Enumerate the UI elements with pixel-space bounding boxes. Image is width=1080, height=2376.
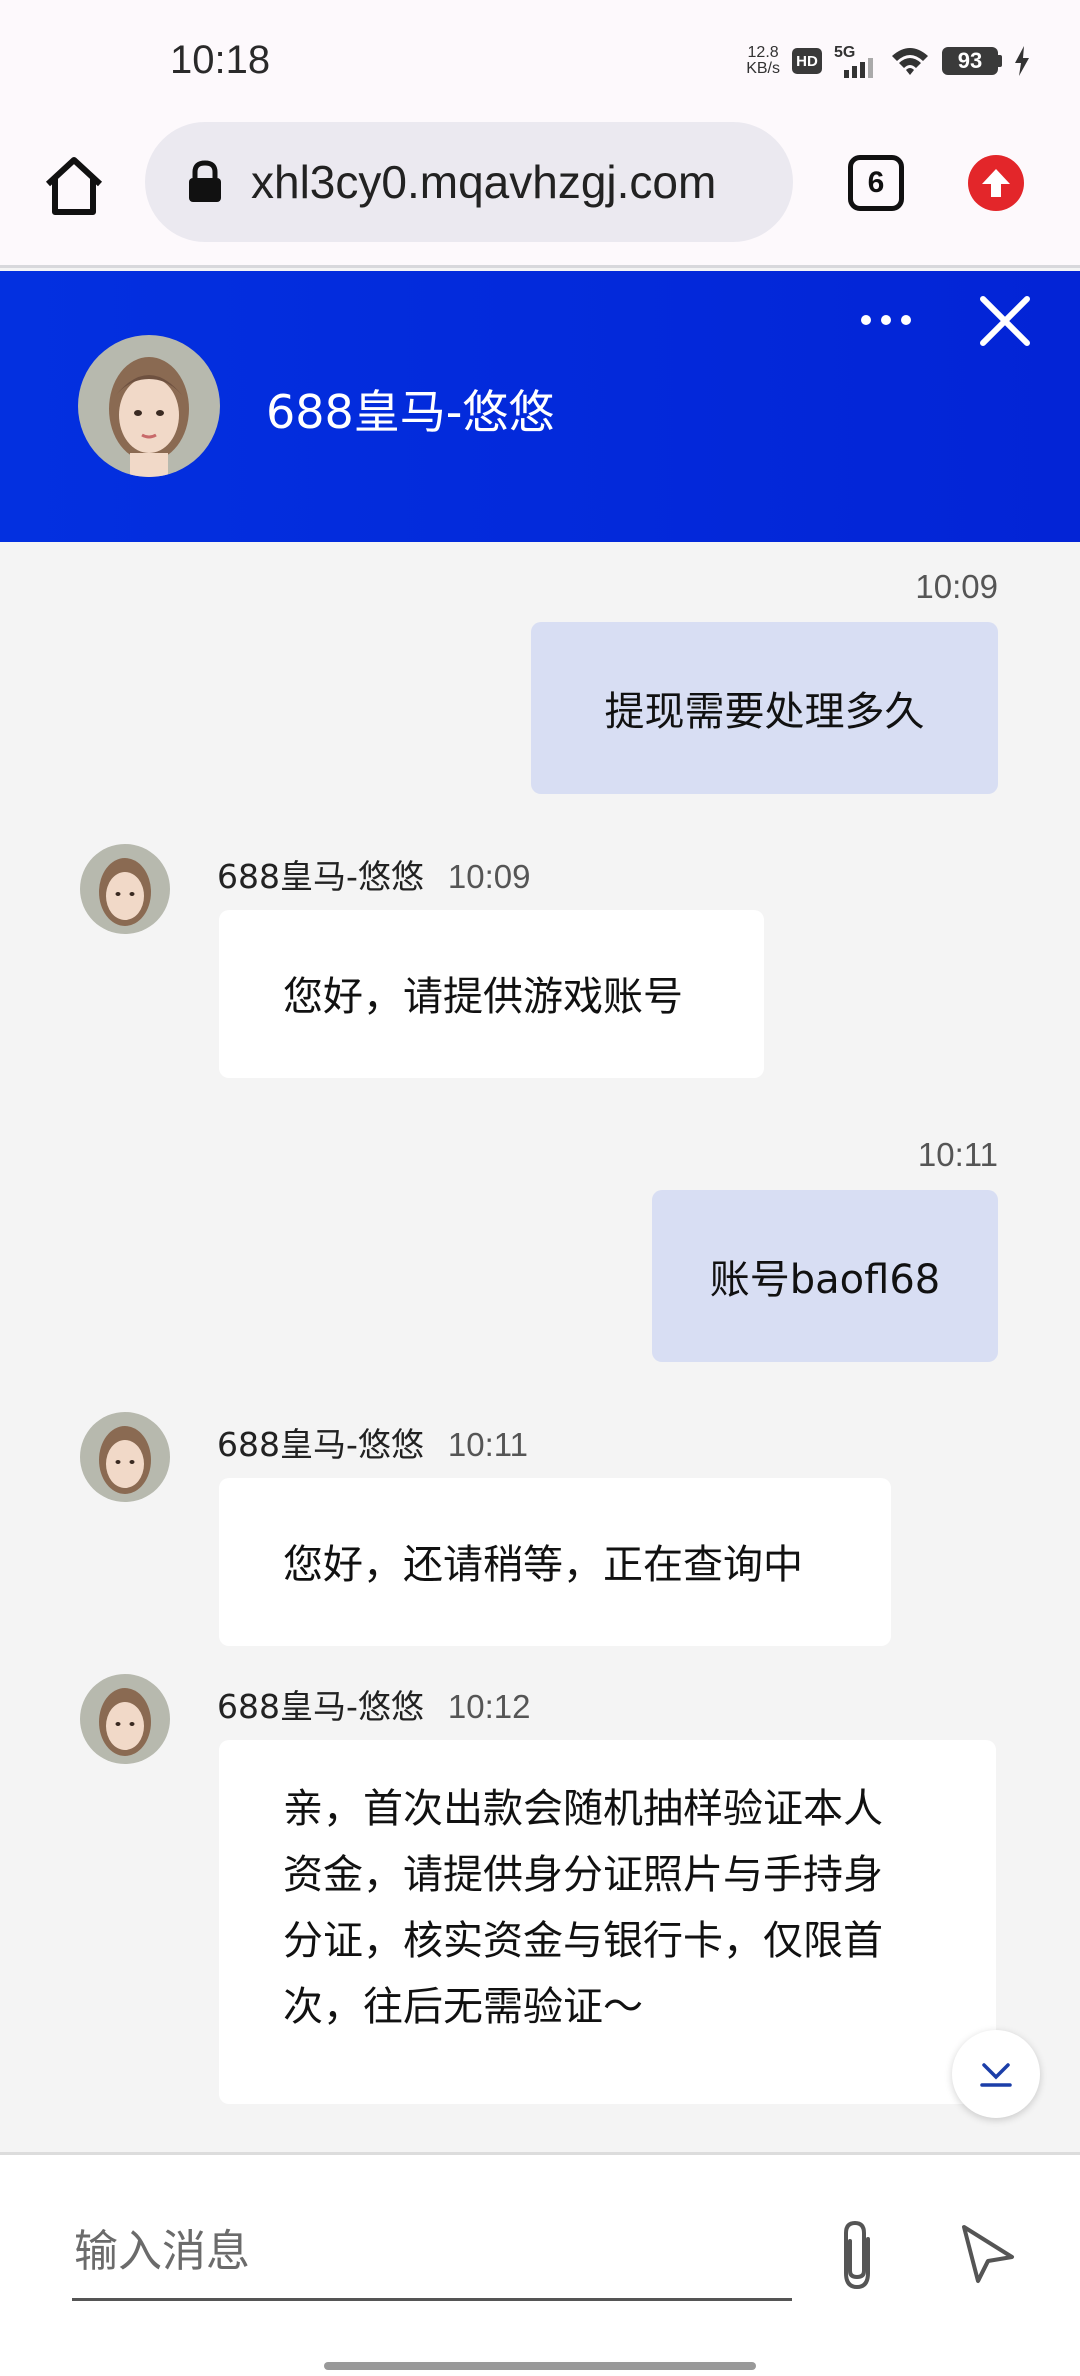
scroll-to-bottom-button[interactable] bbox=[952, 2030, 1040, 2118]
address-bar[interactable]: xhl3cy0.mqavhzgj.com bbox=[145, 122, 793, 242]
sender-name: 688皇马-悠悠 bbox=[217, 1687, 424, 1726]
chevron-down-icon bbox=[980, 2063, 1012, 2087]
hd-icon: HD bbox=[792, 48, 822, 74]
gesture-nav-handle[interactable] bbox=[324, 2362, 756, 2370]
sender-info: 688皇马-悠悠 10:11 bbox=[217, 1418, 528, 1466]
home-icon[interactable] bbox=[42, 154, 106, 218]
incoming-message: 您好，请提供游戏账号 bbox=[219, 910, 764, 1078]
chat-header: 688皇马-悠悠 bbox=[0, 271, 1080, 542]
incoming-message: 亲，首次出款会随机抽样验证本人 资金，请提供身分证照片与手持身 分证，核实资金与… bbox=[219, 1740, 996, 2104]
agent-avatar bbox=[78, 335, 220, 477]
message-time: 10:09 bbox=[915, 568, 998, 605]
outgoing-message: 提现需要处理多久 bbox=[531, 622, 998, 794]
status-icons: 12.8 KB/s HD 5G 93 bbox=[746, 44, 1030, 78]
update-button[interactable] bbox=[968, 155, 1024, 211]
lock-icon bbox=[189, 160, 221, 202]
sender-name: 688皇马-悠悠 bbox=[217, 857, 424, 896]
message-composer bbox=[0, 2152, 1080, 2376]
sender-info: 688皇马-悠悠 10:09 bbox=[217, 850, 531, 898]
sender-name: 688皇马-悠悠 bbox=[217, 1425, 424, 1464]
outgoing-message: 账号baofl68 bbox=[652, 1190, 998, 1362]
chat-messages[interactable]: 10:09 提现需要处理多久 688皇马-悠悠 10:09 您好，请提供游戏账号 … bbox=[0, 542, 1080, 2152]
browser-toolbar: xhl3cy0.mqavhzgj.com 6 bbox=[0, 118, 1080, 268]
message-time: 10:12 bbox=[447, 1688, 531, 1725]
agent-avatar-small bbox=[80, 844, 170, 934]
battery-icon: 93 bbox=[942, 47, 1002, 75]
network-speed: 12.8 KB/s bbox=[746, 44, 780, 77]
wifi-icon bbox=[892, 48, 928, 75]
tab-switcher-button[interactable]: 6 bbox=[848, 155, 904, 211]
send-icon[interactable] bbox=[958, 2221, 1018, 2287]
status-bar: 10:18 12.8 KB/s HD 5G 93 bbox=[0, 0, 1080, 118]
message-time: 10:11 bbox=[917, 1136, 998, 1173]
paperclip-icon[interactable] bbox=[832, 2217, 882, 2293]
message-time: 10:09 bbox=[447, 858, 531, 895]
arrow-up-icon bbox=[982, 169, 1010, 197]
url-text[interactable]: xhl3cy0.mqavhzgj.com bbox=[251, 155, 716, 209]
incoming-message: 您好，还请稍等，正在查询中 bbox=[219, 1478, 891, 1646]
chat-title: 688皇马-悠悠 bbox=[266, 385, 555, 439]
agent-avatar-small bbox=[80, 1412, 170, 1502]
more-options-icon[interactable] bbox=[858, 300, 914, 340]
close-icon[interactable] bbox=[978, 294, 1032, 348]
charging-icon bbox=[1015, 46, 1029, 76]
status-time: 10:18 bbox=[170, 38, 271, 82]
message-input[interactable] bbox=[72, 2205, 792, 2301]
agent-avatar-small bbox=[80, 1674, 170, 1764]
sender-info: 688皇马-悠悠 10:12 bbox=[217, 1680, 531, 1728]
cellular-signal-icon: 5G bbox=[834, 44, 878, 78]
message-time: 10:11 bbox=[447, 1426, 529, 1463]
